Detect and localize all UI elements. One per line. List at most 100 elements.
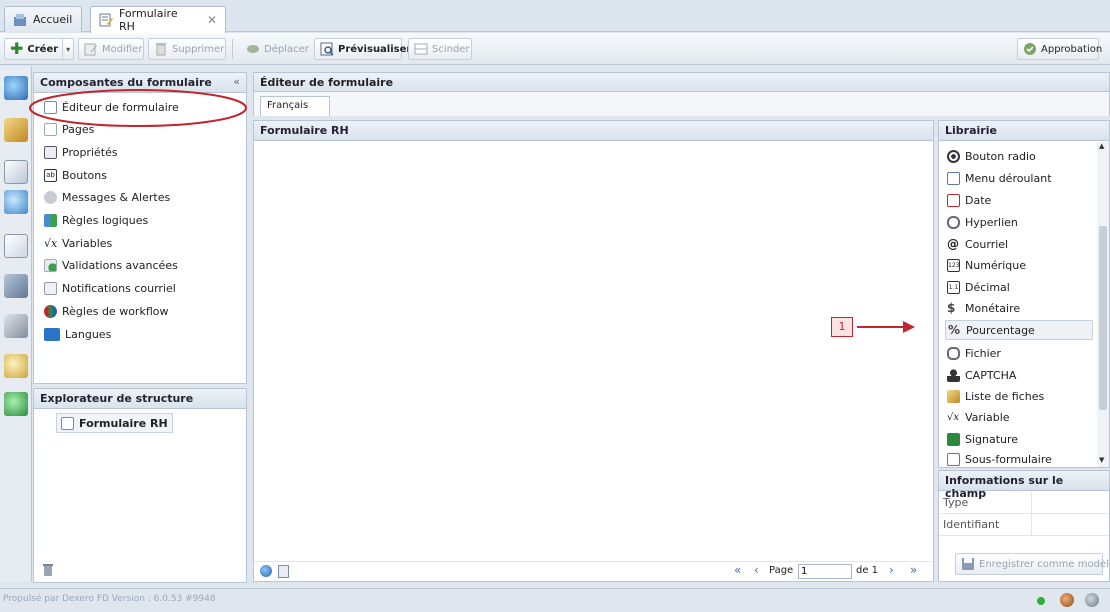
modify-label: Modifier — [102, 43, 143, 55]
clock-nav-icon[interactable] — [4, 354, 28, 378]
globe-icon[interactable] — [260, 565, 272, 577]
library-item-numeric[interactable]: 123 Numérique — [945, 255, 1093, 275]
page-number-input[interactable] — [798, 564, 852, 579]
tools-nav-icon[interactable] — [4, 314, 28, 338]
signature-icon — [947, 432, 960, 446]
item-label: Pourcentage — [966, 323, 1035, 337]
percent-icon: % — [948, 322, 961, 337]
item-label: Variables — [62, 236, 113, 250]
modify-button[interactable]: Modifier — [78, 38, 144, 60]
toolbar: ✚ Créer ▾ Modifier Supprimer Déplacer Pr… — [0, 33, 1110, 65]
structure-explorer-panel: Explorateur de structure Formulaire RH — [33, 388, 247, 583]
trash-icon[interactable] — [42, 563, 54, 580]
field-info-row: Identifiant — [939, 514, 1109, 536]
library-item-subform[interactable]: Sous-formulaire — [945, 450, 1093, 468]
messages-icon — [44, 190, 57, 204]
component-variables[interactable]: √x Variables — [44, 233, 112, 253]
item-label: Messages & Alertes — [62, 190, 171, 204]
version-text: Propulsé par Dexero FD Version : 6.0.53 … — [3, 594, 216, 604]
library-item-signature[interactable]: Signature — [945, 429, 1093, 449]
export-icon[interactable] — [278, 565, 289, 578]
component-logic-rules[interactable]: Règles logiques — [44, 210, 148, 230]
library-item-date[interactable]: Date — [945, 190, 1093, 210]
tab-formulaire-rh[interactable]: Formulaire RH ✕ — [90, 6, 226, 33]
component-workflow-rules[interactable]: Règles de workflow — [44, 301, 168, 321]
next-page-icon[interactable]: › — [889, 563, 894, 577]
item-label: Sous-formulaire — [965, 452, 1052, 466]
toolbar-divider — [232, 39, 233, 59]
component-validations[interactable]: Validations avancées — [44, 255, 178, 275]
library-item-records-list[interactable]: Liste de fiches — [945, 386, 1093, 406]
structure-node-root[interactable]: Formulaire RH — [56, 413, 173, 433]
create-button[interactable]: ✚ Créer ▾ — [4, 38, 74, 60]
home-nav-icon[interactable] — [4, 76, 28, 100]
item-label: Hyperlien — [965, 215, 1018, 229]
forms-nav-icon[interactable] — [4, 160, 28, 184]
approval-button[interactable]: Approbation — [1017, 38, 1102, 60]
item-label: Propriétés — [62, 145, 118, 159]
close-icon[interactable]: ✕ — [207, 13, 217, 27]
item-label: Numérique — [965, 258, 1026, 272]
scrollbar-thumb[interactable] — [1099, 226, 1107, 410]
library-item-variable[interactable]: √x Variable — [945, 407, 1093, 427]
component-properties[interactable]: Propriétés — [44, 142, 118, 162]
computer-nav-icon[interactable] — [4, 274, 28, 298]
node-label: Formulaire RH — [79, 416, 168, 430]
component-messages[interactable]: Messages & Alertes — [44, 187, 170, 207]
prev-page-icon[interactable]: ‹ — [754, 563, 759, 577]
library-item-currency[interactable]: $ Monétaire — [945, 298, 1093, 318]
hyperlink-icon — [947, 215, 960, 229]
plus-icon: ✚ — [10, 39, 24, 58]
item-label: Règles logiques — [62, 213, 149, 227]
user-icon[interactable] — [1060, 593, 1074, 607]
data-nav-icon[interactable] — [4, 118, 28, 142]
scroll-up-icon[interactable]: ▲ — [1099, 142, 1104, 150]
file-icon — [947, 346, 960, 360]
form-icon — [61, 416, 74, 430]
library-item-decimal[interactable]: 1.1 Décimal — [945, 277, 1093, 297]
library-item-email[interactable]: @ Courriel — [945, 234, 1093, 254]
preview-button[interactable]: Prévisualiser — [314, 38, 411, 60]
variables-icon: √x — [44, 236, 58, 250]
scroll-down-icon[interactable]: ▼ — [1099, 456, 1104, 464]
split-button[interactable]: Scinder — [408, 38, 472, 60]
validations-icon — [44, 258, 57, 272]
library-item-file[interactable]: Fichier — [945, 343, 1093, 363]
item-label: Monétaire — [965, 301, 1021, 315]
library-scrollbar[interactable]: ▲ ▼ — [1097, 142, 1109, 467]
date-icon — [947, 193, 960, 207]
canvas-footer: « ‹ Page de 1 › » — [254, 561, 933, 581]
reports-nav-icon[interactable] — [4, 234, 28, 258]
online-status-icon — [1037, 597, 1045, 605]
tab-home[interactable]: Accueil — [4, 6, 82, 32]
component-languages[interactable]: Langues — [44, 324, 111, 344]
subform-icon — [947, 452, 960, 466]
library-item-dropdown[interactable]: Menu déroulant — [945, 168, 1093, 188]
item-label: Variable — [965, 410, 1010, 424]
settings-icon[interactable] — [1085, 593, 1099, 607]
delete-button[interactable]: Supprimer — [148, 38, 226, 60]
move-button[interactable]: Déplacer — [240, 38, 310, 60]
tab-label: Formulaire RH — [119, 7, 178, 33]
chevron-down-icon[interactable]: ▾ — [62, 39, 73, 59]
first-page-icon[interactable]: « — [734, 563, 741, 577]
item-label: CAPTCHA — [965, 368, 1017, 382]
variable-icon: √x — [947, 411, 960, 423]
library-item-percentage[interactable]: % Pourcentage — [945, 320, 1093, 340]
component-email-notifications[interactable]: Notifications courriel — [44, 278, 176, 298]
form-icon — [99, 13, 113, 27]
item-label: Boutons — [62, 168, 107, 182]
tab-francais[interactable]: Français — [260, 96, 330, 116]
library-item-captcha[interactable]: CAPTCHA — [945, 365, 1093, 385]
last-page-icon[interactable]: » — [910, 563, 917, 577]
library-item-radio[interactable]: Bouton radio — [945, 146, 1093, 166]
workflow-icon — [44, 304, 57, 318]
cell-divider — [1031, 492, 1032, 513]
globe-nav-icon[interactable] — [4, 190, 28, 214]
library-item-hyperlink[interactable]: Hyperlien — [945, 212, 1093, 232]
world-nav-icon[interactable] — [4, 392, 28, 416]
component-buttons[interactable]: ab Boutons — [44, 165, 107, 185]
field-id-label: Identifiant — [943, 518, 1000, 531]
save-as-template-button[interactable]: Enregistrer comme modèle — [955, 553, 1110, 575]
status-bar: Propulsé par Dexero FD Version : 6.0.53 … — [0, 588, 1110, 612]
